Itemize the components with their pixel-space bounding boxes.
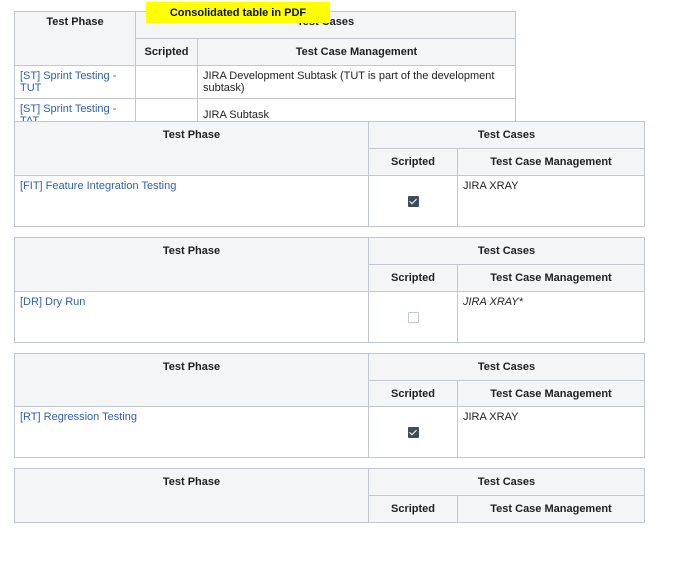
header-test-phase: Test Phase bbox=[14, 468, 369, 523]
header-test-phase: Test Phase bbox=[14, 237, 369, 292]
scripted-cell bbox=[368, 406, 458, 458]
header-test-case-management: Test Case Management bbox=[457, 264, 645, 292]
header-test-case-management: Test Case Management bbox=[457, 495, 645, 523]
header-test-phase: Test Phase bbox=[14, 353, 369, 407]
phase-link-regression[interactable]: [RT] Regression Testing bbox=[20, 411, 137, 423]
mgmt-cell: JIRA XRAY bbox=[457, 175, 645, 227]
table-row: [DR] Dry Run JIRA XRAY* bbox=[14, 291, 645, 343]
phase-link-sprint-tut[interactable]: [ST] Sprint Testing - TUT bbox=[20, 70, 116, 94]
header-scripted: Scripted bbox=[135, 38, 198, 66]
header-test-case-management: Test Case Management bbox=[457, 380, 645, 407]
header-scripted: Scripted bbox=[368, 380, 458, 407]
scripted-cell bbox=[368, 291, 458, 343]
header-scripted: Scripted bbox=[368, 148, 458, 176]
test-phase-table-5: Test Phase Test Cases Scripted Test Case… bbox=[14, 468, 645, 523]
test-phase-table-3: Test Phase Test Cases Scripted Test Case… bbox=[14, 237, 645, 343]
header-test-case-management: Test Case Management bbox=[197, 38, 516, 66]
scripted-cell bbox=[135, 65, 198, 99]
table-row: [RT] Regression Testing JIRA XRAY bbox=[14, 406, 645, 458]
checkbox-unchecked-icon[interactable] bbox=[407, 312, 419, 323]
mgmt-cell: JIRA XRAY* bbox=[457, 291, 645, 343]
pdf-banner: Consolidated table in PDF bbox=[146, 2, 330, 23]
header-test-cases: Test Cases bbox=[368, 237, 645, 265]
header-test-phase: Test Phase bbox=[14, 121, 369, 176]
header-scripted: Scripted bbox=[368, 264, 458, 292]
header-scripted: Scripted bbox=[368, 495, 458, 523]
mgmt-cell: JIRA Development Subtask (TUT is part of… bbox=[197, 65, 516, 99]
checkbox-checked-icon[interactable] bbox=[407, 196, 419, 207]
mgmt-cell: JIRA XRAY bbox=[457, 406, 645, 458]
header-test-cases: Test Cases bbox=[368, 468, 645, 496]
header-test-case-management: Test Case Management bbox=[457, 148, 645, 176]
test-phase-table-2: Test Phase Test Cases Scripted Test Case… bbox=[14, 121, 645, 227]
header-test-cases: Test Cases bbox=[368, 353, 645, 381]
header-test-cases: Test Cases bbox=[368, 121, 645, 149]
table-row: [ST] Sprint Testing - TUT JIRA Developme… bbox=[14, 65, 516, 99]
phase-link-dry-run[interactable]: [DR] Dry Run bbox=[20, 296, 85, 308]
checkbox-checked-icon[interactable] bbox=[407, 427, 419, 438]
test-phase-table-4: Test Phase Test Cases Scripted Test Case… bbox=[14, 353, 645, 458]
scripted-cell bbox=[368, 175, 458, 227]
phase-link-fit[interactable]: [FIT] Feature Integration Testing bbox=[20, 180, 176, 192]
table-row: [FIT] Feature Integration Testing JIRA X… bbox=[14, 175, 645, 227]
test-phase-table-1: Test Phase Test Cases Scripted Test Case… bbox=[14, 11, 516, 132]
header-test-phase: Test Phase bbox=[14, 11, 136, 66]
